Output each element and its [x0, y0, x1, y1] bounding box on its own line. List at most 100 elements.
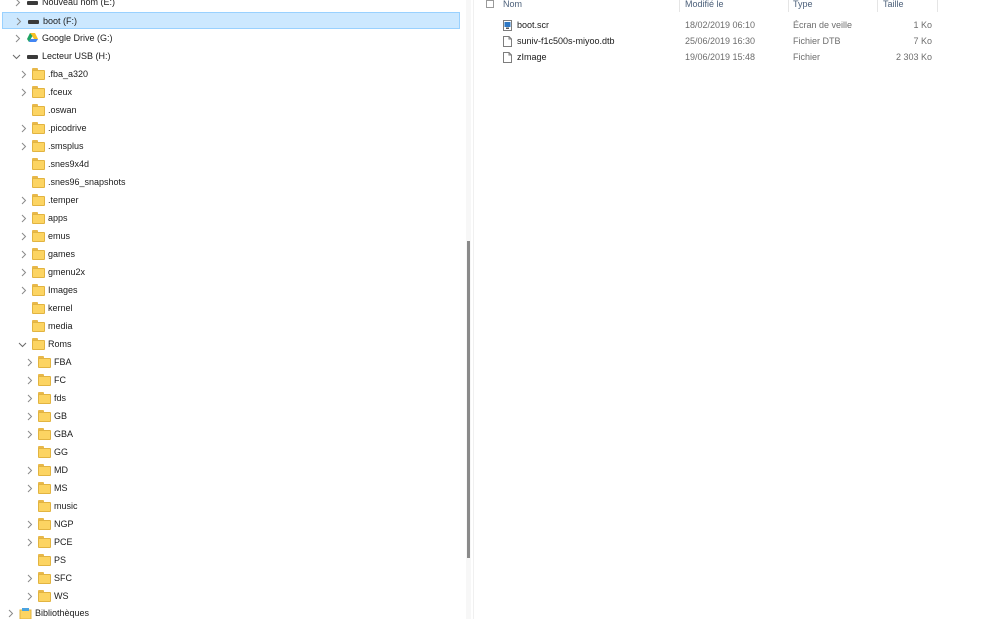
select-all-checkbox[interactable]: [486, 0, 494, 8]
tree-item-folder[interactable]: FBA: [0, 354, 462, 371]
tree-item-drive-e[interactable]: Nouveau nom (E:): [0, 0, 462, 11]
chevron-down-icon[interactable]: [12, 52, 21, 61]
tree-item-folder[interactable]: PCE: [0, 534, 462, 551]
tree-item-folder[interactable]: MS: [0, 480, 462, 497]
chevron-right-icon[interactable]: [25, 394, 34, 403]
tree-item-folder[interactable]: .temper: [0, 192, 462, 209]
chevron-right-icon[interactable]: [25, 376, 34, 385]
chevron-right-icon[interactable]: [25, 538, 34, 547]
tree-item-folder[interactable]: .fba_a320: [0, 66, 462, 83]
tree-item-folder[interactable]: .snes96_snapshots: [0, 174, 462, 191]
chevron-right-icon[interactable]: [25, 520, 34, 529]
chevron-right-icon[interactable]: [6, 609, 15, 618]
tree-item-label: .picodrive: [48, 123, 87, 133]
tree-item-label: .fba_a320: [48, 69, 89, 79]
column-header-modified[interactable]: Modifié le: [685, 0, 724, 11]
tree-item-folder[interactable]: gmenu2x: [0, 264, 462, 281]
nav-scrollbar-thumb[interactable]: [467, 241, 470, 558]
chevron-right-icon[interactable]: [25, 466, 34, 475]
chevron-right-icon[interactable]: [19, 196, 28, 205]
tree-item-folder[interactable]: .smsplus: [0, 138, 462, 155]
column-divider[interactable]: [679, 0, 680, 12]
file-row[interactable]: suniv-f1c500s-miyoo.dtb 25/06/2019 16:30…: [474, 33, 1000, 49]
folder-icon: [32, 104, 45, 117]
chevron-right-icon[interactable]: [19, 232, 28, 241]
file-size: 2 303 Ko: [895, 52, 932, 62]
chevron-right-icon[interactable]: [19, 142, 28, 151]
column-divider[interactable]: [937, 0, 938, 12]
folder-icon: [38, 464, 51, 477]
chevron-right-icon[interactable]: [25, 484, 34, 493]
tree-item-label: media: [48, 321, 73, 331]
file-size: 7 Ko: [913, 36, 932, 46]
chevron-right-icon[interactable]: [19, 250, 28, 259]
tree-item-label: Roms: [48, 339, 72, 349]
tree-item-drive-f[interactable]: boot (F:): [2, 12, 460, 29]
tree-item-folder[interactable]: .picodrive: [0, 120, 462, 137]
column-divider[interactable]: [788, 0, 789, 12]
chevron-down-icon[interactable]: [18, 340, 27, 349]
tree-item-folder[interactable]: MD: [0, 462, 462, 479]
chevron-right-icon[interactable]: [13, 34, 22, 43]
tree-item-folder[interactable]: .fceux: [0, 84, 462, 101]
chevron-right-icon[interactable]: [19, 286, 28, 295]
tree-item-label: Google Drive (G:): [42, 33, 113, 43]
tree-item-folder[interactable]: kernel: [0, 300, 462, 317]
tree-item-usb-drive[interactable]: Lecteur USB (H:): [0, 48, 462, 65]
file-modified: 19/06/2019 15:48: [685, 52, 756, 62]
chevron-right-icon[interactable]: [25, 574, 34, 583]
chevron-right-icon[interactable]: [19, 214, 28, 223]
folder-icon: [32, 86, 45, 99]
tree-item-folder[interactable]: apps: [0, 210, 462, 227]
tree-item-label: MD: [54, 465, 68, 475]
chevron-right-icon[interactable]: [19, 88, 28, 97]
folder-icon: [32, 212, 45, 225]
screensaver-file-icon: [503, 20, 512, 31]
tree-item-libraries[interactable]: Bibliothèques: [0, 605, 462, 619]
chevron-right-icon[interactable]: [13, 0, 22, 7]
file-name: suniv-f1c500s-miyoo.dtb: [517, 36, 615, 46]
column-header-type[interactable]: Type: [793, 0, 813, 11]
tree-item-folder[interactable]: fds: [0, 390, 462, 407]
tree-item-folder[interactable]: media: [0, 318, 462, 335]
chevron-right-icon[interactable]: [25, 430, 34, 439]
tree-item-folder[interactable]: music: [0, 498, 462, 515]
tree-item-folder[interactable]: GG: [0, 444, 462, 461]
tree-item-google-drive[interactable]: Google Drive (G:): [0, 30, 462, 47]
chevron-right-icon[interactable]: [25, 358, 34, 367]
tree-item-folder[interactable]: SFC: [0, 570, 462, 587]
column-header-size[interactable]: Taille: [883, 0, 904, 11]
folder-icon: [38, 554, 51, 567]
file-row[interactable]: boot.scr 18/02/2019 06:10 Écran de veill…: [474, 17, 1000, 33]
chevron-right-icon[interactable]: [14, 17, 23, 26]
tree-item-folder[interactable]: GB: [0, 408, 462, 425]
column-divider[interactable]: [877, 0, 878, 12]
tree-item-folder[interactable]: .snes9x4d: [0, 156, 462, 173]
tree-item-label: .oswan: [48, 105, 77, 115]
tree-item-label: WS: [54, 591, 69, 601]
tree-item-folder[interactable]: WS: [0, 588, 462, 605]
folder-icon: [38, 428, 51, 441]
folder-icon: [32, 230, 45, 243]
tree-item-label: emus: [48, 231, 71, 241]
chevron-right-icon[interactable]: [25, 592, 34, 601]
drive-icon: [26, 50, 39, 63]
tree-item-folder[interactable]: NGP: [0, 516, 462, 533]
tree-item-folder[interactable]: games: [0, 246, 462, 263]
tree-item-folder[interactable]: GBA: [0, 426, 462, 443]
tree-item-folder[interactable]: PS: [0, 552, 462, 569]
file-row[interactable]: zImage 19/06/2019 15:48 Fichier 2 303 Ko: [474, 49, 1000, 65]
tree-item-folder[interactable]: .oswan: [0, 102, 462, 119]
tree-item-folder[interactable]: emus: [0, 228, 462, 245]
tree-item-label: gmenu2x: [48, 267, 86, 277]
chevron-right-icon[interactable]: [19, 124, 28, 133]
tree-item-label: FBA: [54, 357, 72, 367]
column-header-name[interactable]: Nom: [503, 0, 522, 11]
chevron-right-icon[interactable]: [25, 412, 34, 421]
tree-item-folder[interactable]: FC: [0, 372, 462, 389]
chevron-right-icon[interactable]: [19, 268, 28, 277]
tree-item-folder[interactable]: Images: [0, 282, 462, 299]
tree-item-folder-roms[interactable]: Roms: [0, 336, 462, 353]
chevron-right-icon[interactable]: [19, 70, 28, 79]
file-size: 1 Ko: [913, 20, 932, 30]
